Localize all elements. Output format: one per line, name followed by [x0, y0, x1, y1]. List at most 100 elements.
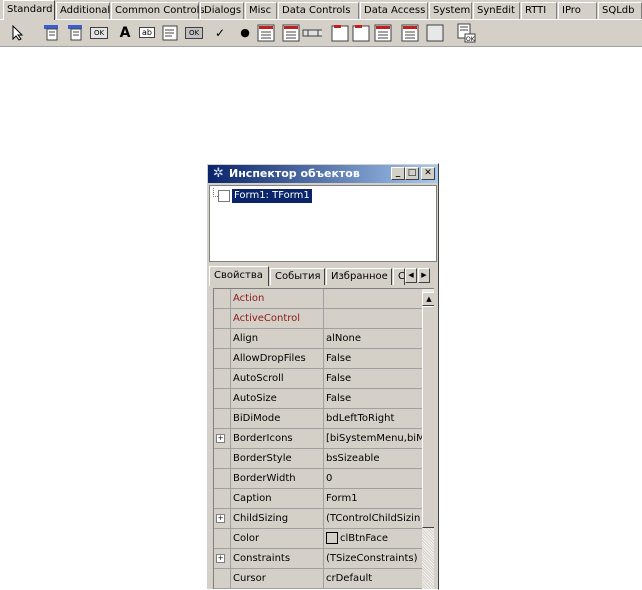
component-tmainmenu-icon[interactable] [42, 23, 62, 42]
component-tpanel-icon[interactable] [400, 23, 420, 42]
property-value[interactable]: [biSystemMenu,biM [326, 429, 422, 448]
property-value[interactable] [326, 289, 422, 308]
inspector-tabs: Свойства События Избранное С ◀ ▶ [209, 266, 437, 286]
component-tframe-icon[interactable] [425, 23, 445, 42]
component-tscrollbar-icon[interactable] [302, 23, 322, 42]
label-glyph: A [119, 24, 131, 41]
tab-common-controls[interactable]: Common Controls [111, 2, 205, 19]
tab-ipro[interactable]: IPro [558, 2, 597, 19]
property-value[interactable]: bdLeftToRight [326, 409, 422, 428]
expand-icon[interactable]: + [216, 434, 225, 443]
property-row[interactable]: + ChildSizing (TControlChildSizin [214, 509, 422, 529]
property-row[interactable]: Action [214, 289, 422, 309]
scroll-up-icon[interactable]: ▲ [422, 292, 434, 306]
tree-item-form1[interactable]: Form1: TForm1 [232, 189, 312, 203]
property-row[interactable]: AutoScroll False [214, 369, 422, 389]
component-tradiogroup-icon[interactable] [351, 23, 371, 42]
expand-icon[interactable]: + [216, 514, 225, 523]
property-row[interactable]: + Constraints (TSizeConstraints) [214, 549, 422, 569]
property-scrollbar[interactable]: ▲ [422, 289, 434, 589]
property-name: Action [230, 289, 324, 308]
tab-standard[interactable]: Standard [3, 0, 55, 20]
svg-text:OK: OK [466, 36, 476, 43]
property-row[interactable]: BorderWidth 0 [214, 469, 422, 489]
property-name: AutoScroll [230, 369, 324, 388]
property-value[interactable]: crDefault [326, 569, 422, 588]
close-button[interactable]: ✕ [421, 167, 435, 180]
property-name: BorderWidth [230, 469, 324, 488]
button-caption: OK [89, 26, 109, 39]
property-value[interactable]: 0 [326, 469, 422, 488]
component-tlabel-icon[interactable]: A [115, 23, 135, 42]
property-value[interactable]: (TControlChildSizin [326, 509, 422, 528]
tab-dialogs[interactable]: Dialogs [200, 2, 244, 19]
property-name: Cursor [230, 569, 324, 588]
property-row[interactable]: AutoSize False [214, 389, 422, 409]
component-ttogglebox-icon[interactable]: OK [184, 23, 204, 42]
property-row[interactable]: AllowDropFiles False [214, 349, 422, 369]
expand-icon[interactable]: + [216, 554, 225, 563]
property-value[interactable]: Form1 [326, 489, 422, 508]
component-tcheckbox-icon[interactable]: ✓ [210, 23, 230, 42]
component-tgroupbox-icon[interactable] [330, 23, 350, 42]
scroll-track[interactable] [422, 528, 434, 589]
property-value[interactable]: clBtnFace [326, 529, 422, 548]
component-tactionlist-icon[interactable]: OK [456, 23, 476, 43]
property-row[interactable]: Cursor crDefault [214, 569, 422, 589]
property-value-text: Form1 [326, 493, 358, 504]
component-tradiobutton-icon[interactable]: ● [235, 23, 255, 42]
property-value[interactable] [326, 309, 422, 328]
tab-data-controls[interactable]: Data Controls [278, 2, 359, 19]
inspector-title: Инспектор объектов [229, 167, 360, 180]
property-row[interactable]: Color clBtnFace [214, 529, 422, 549]
component-tpopupmenu-icon[interactable] [66, 23, 86, 42]
property-name: AutoSize [230, 389, 324, 408]
property-row[interactable]: ActiveControl [214, 309, 422, 329]
property-value[interactable]: (TSizeConstraints) [326, 549, 422, 568]
property-value[interactable]: False [326, 389, 422, 408]
property-value[interactable]: alNone [326, 329, 422, 348]
component-tbutton-icon[interactable]: OK [89, 23, 109, 42]
property-row[interactable]: BiDiMode bdLeftToRight [214, 409, 422, 429]
property-row[interactable]: + BorderIcons [biSystemMenu,biM [214, 429, 422, 449]
component-tedit-icon[interactable]: ab [137, 23, 157, 42]
app-icon: ✲ [213, 166, 224, 181]
property-grid: ▲ Action ActiveControl Align alNone AllowDro… [213, 288, 434, 589]
property-value[interactable]: False [326, 349, 422, 368]
component-tcheckgroup-icon[interactable] [373, 23, 393, 42]
property-value-text: False [326, 353, 352, 364]
tab-synedit[interactable]: SynEdit [473, 2, 520, 19]
property-value[interactable]: False [326, 369, 422, 388]
maximize-button[interactable]: □ [405, 167, 419, 180]
property-name: AllowDropFiles [230, 349, 324, 368]
minimize-button[interactable]: _ [391, 167, 405, 180]
tab-system[interactable]: System [429, 2, 472, 19]
property-value-text: crDefault [326, 573, 373, 584]
property-value-text: bsSizeable [326, 453, 380, 464]
tab-rtti[interactable]: RTTI [521, 2, 557, 19]
inspector-tab-0[interactable]: Свойства [209, 266, 269, 286]
tab-misc[interactable]: Misc [245, 2, 277, 19]
property-name: Color [230, 529, 324, 548]
component-tlistbox-icon[interactable] [256, 23, 276, 42]
tab-sqldb[interactable]: SQLdb [598, 2, 642, 19]
tab-additional[interactable]: Additional [56, 2, 110, 19]
inspector-tab-1[interactable]: События [270, 268, 325, 285]
tab-scroll-left-icon[interactable]: ◀ [405, 268, 417, 283]
component-pointer-icon[interactable] [8, 23, 28, 42]
component-tree[interactable]: Form1: TForm1 [209, 185, 437, 262]
tab-data-access[interactable]: Data Access [360, 2, 428, 19]
tab-scroll-right-icon[interactable]: ▶ [418, 268, 430, 283]
property-row[interactable]: Caption Form1 [214, 489, 422, 509]
property-name: ActiveControl [230, 309, 324, 328]
property-row[interactable]: BorderStyle bsSizeable [214, 449, 422, 469]
property-value[interactable]: bsSizeable [326, 449, 422, 468]
component-tcombobox-icon[interactable] [281, 23, 301, 42]
inspector-titlebar[interactable]: ✲ Инспектор объектов _ □ ✕ [208, 165, 438, 183]
scroll-thumb[interactable] [422, 306, 434, 528]
inspector-tab-3[interactable]: С [393, 268, 405, 285]
property-value-text: alNone [326, 333, 361, 344]
inspector-tab-2[interactable]: Избранное [326, 268, 392, 285]
component-tmemo-icon[interactable] [160, 23, 180, 42]
property-row[interactable]: Align alNone [214, 329, 422, 349]
